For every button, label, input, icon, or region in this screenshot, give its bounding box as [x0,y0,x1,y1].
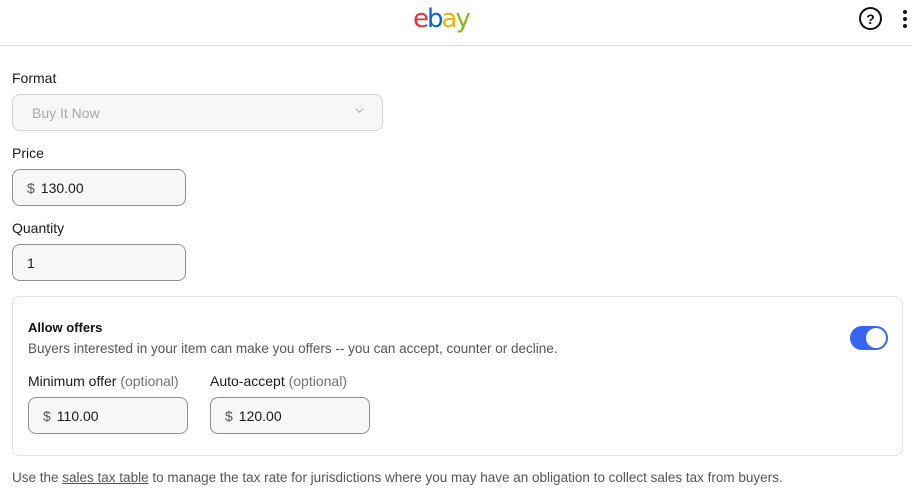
minimum-offer-value: 110.00 [56,407,99,424]
quantity-input[interactable]: 1 [12,244,186,281]
help-icon[interactable]: ? [859,7,882,30]
ebay-logo[interactable]: ebay [413,4,471,34]
chevron-down-icon [355,108,364,114]
format-select-value: Buy It Now [32,104,100,121]
sales-tax-table-link[interactable]: sales tax table [62,470,148,485]
currency-symbol: $ [43,407,51,424]
currency-symbol: $ [27,179,35,196]
currency-symbol: $ [225,407,233,424]
format-select[interactable]: Buy It Now [12,94,383,131]
top-bar: ebay ? [0,0,912,46]
allow-offers-title: Allow offers [28,320,103,335]
minimum-offer-input[interactable]: $ 110.00 [28,397,188,434]
auto-accept-value: 120.00 [238,407,282,424]
toggle-knob [866,328,886,348]
price-label: Price [12,145,44,161]
auto-accept-label: Auto-accept (optional) [210,373,347,389]
price-input[interactable]: $ 130.00 [12,169,186,206]
minimum-offer-label: Minimum offer (optional) [28,373,179,389]
allow-offers-toggle[interactable] [850,326,888,350]
quantity-label: Quantity [12,220,65,236]
price-value: 130.00 [40,179,84,196]
format-label: Format [12,70,57,86]
allow-offers-description: Buyers interested in your item can make … [28,341,558,356]
quantity-value: 1 [27,254,35,271]
auto-accept-input[interactable]: $ 120.00 [210,397,370,434]
sales-tax-note: Use the sales tax table to manage the ta… [12,470,783,485]
allow-offers-card: Allow offers Buyers interested in your i… [12,296,903,456]
more-options-icon[interactable] [900,9,910,29]
